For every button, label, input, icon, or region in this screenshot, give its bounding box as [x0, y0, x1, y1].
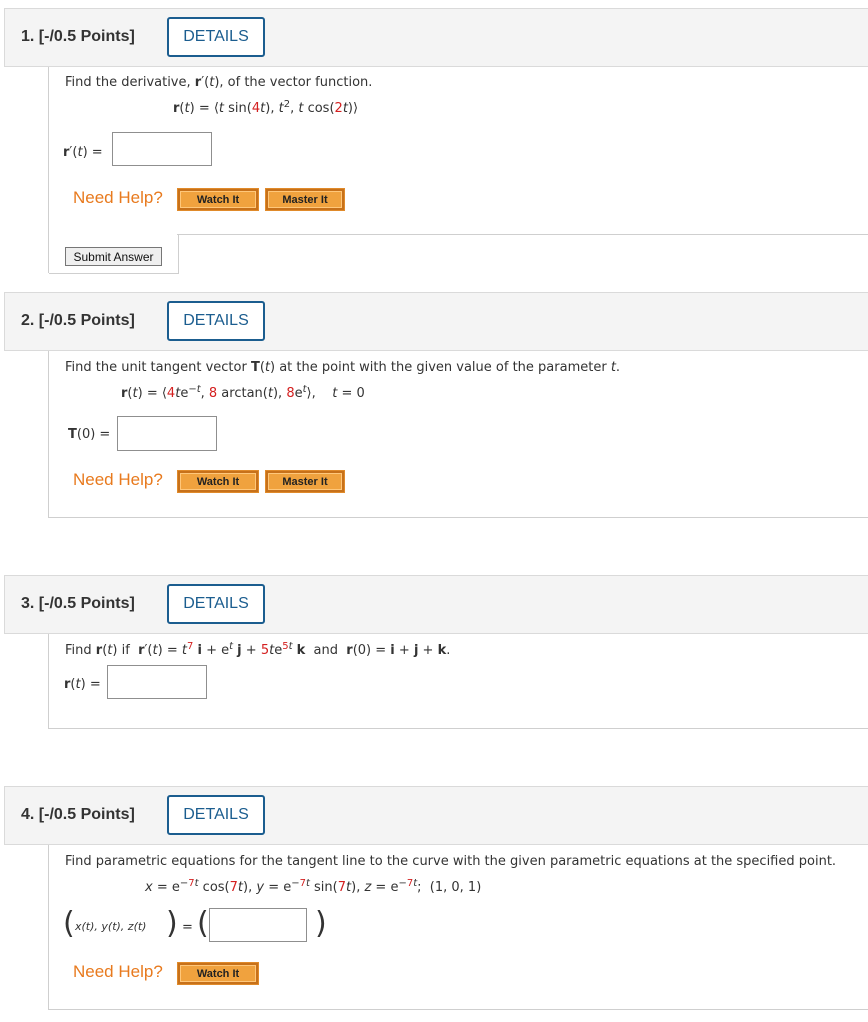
- question-1-number: 1. [-/0.5 Points]: [21, 28, 135, 45]
- question-4-need-help: Need Help?: [73, 962, 163, 981]
- right-paren: ): [166, 906, 178, 941]
- question-4-body: Find parametric equations for the tangen…: [48, 845, 868, 1010]
- question-1-need-help: Need Help?: [73, 188, 163, 207]
- question-1-formula: r(t) = ⟨t sin(4t), t2, t cos(2t)⟩: [173, 99, 359, 117]
- question-4-answer-label: x(t), y(t), z(t): [75, 920, 147, 933]
- question-2-prompt: Find the unit tangent vector T(t) at the…: [65, 360, 621, 375]
- question-4-number: 4. [-/0.5 Points]: [21, 806, 135, 823]
- question-4-answer-input[interactable]: [209, 908, 307, 942]
- question-3-body: Find r(t) if r′(t) = t7 i + et j + 5te5t…: [48, 634, 868, 729]
- question-3-number: 3. [-/0.5 Points]: [21, 595, 135, 612]
- question-3-prompt: Find r(t) if r′(t) = t7 i + et j + 5te5t…: [65, 641, 451, 659]
- question-1-submit-area: [177, 234, 868, 274]
- question-2-need-help: Need Help?: [73, 470, 163, 489]
- question-3-answer-label: r(t) =: [64, 677, 101, 692]
- question-4-header: 4. [-/0.5 Points] DETAILS: [4, 786, 868, 845]
- question-2-body: Find the unit tangent vector T(t) at the…: [48, 351, 868, 518]
- submit-answer-button[interactable]: Submit Answer: [65, 247, 162, 266]
- question-2-formula: r(t) = ⟨4te−t, 8 arctan(t), 8et⟩, t = 0: [121, 384, 365, 402]
- question-2-master-it-button[interactable]: Master It: [265, 470, 345, 493]
- right-paren-2: ): [315, 906, 327, 941]
- left-paren-2: (: [197, 906, 209, 941]
- question-2-answer-label: T(0) =: [68, 427, 111, 442]
- question-1-details-button[interactable]: DETAILS: [167, 17, 265, 57]
- question-4-prompt: Find parametric equations for the tangen…: [65, 854, 837, 869]
- question-1-prompt: Find the derivative, r′(t), of the vecto…: [65, 75, 373, 90]
- left-paren: (: [63, 906, 75, 941]
- question-3-details-button[interactable]: DETAILS: [167, 584, 265, 624]
- question-3-header: 3. [-/0.5 Points] DETAILS: [4, 575, 868, 634]
- question-1-answer-input[interactable]: [112, 132, 212, 166]
- equals-sign: =: [182, 920, 193, 935]
- question-3-answer-input[interactable]: [107, 665, 207, 699]
- question-1-header: 1. [-/0.5 Points] DETAILS: [4, 8, 868, 67]
- question-1-body: Find the derivative, r′(t), of the vecto…: [48, 67, 868, 274]
- question-1-watch-it-button[interactable]: Watch It: [177, 188, 259, 211]
- question-1-answer-label: r′(t) =: [63, 145, 103, 160]
- question-1-master-it-button[interactable]: Master It: [265, 188, 345, 211]
- question-4-details-button[interactable]: DETAILS: [167, 795, 265, 835]
- question-4-formula: x = e−7t cos(7t), y = e−7t sin(7t), z = …: [145, 878, 482, 896]
- question-2-details-button[interactable]: DETAILS: [167, 301, 265, 341]
- question-2-number: 2. [-/0.5 Points]: [21, 312, 135, 329]
- question-4-watch-it-button[interactable]: Watch It: [177, 962, 259, 985]
- question-2-answer-input[interactable]: [117, 416, 217, 451]
- question-2-header: 2. [-/0.5 Points] DETAILS: [4, 292, 868, 351]
- question-2-watch-it-button[interactable]: Watch It: [177, 470, 259, 493]
